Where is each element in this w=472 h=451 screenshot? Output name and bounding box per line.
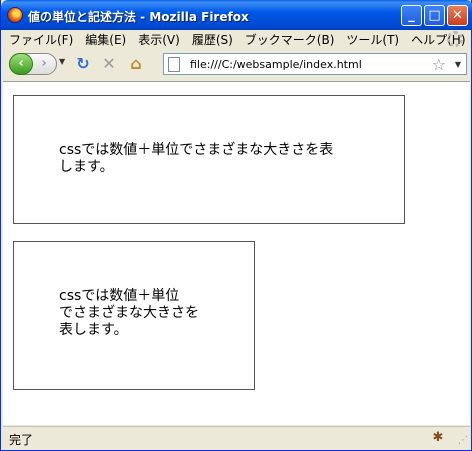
menu-history[interactable]: 履歴(S)	[186, 31, 239, 48]
status-bar: 完了 ✱ ⋰	[3, 426, 470, 448]
menu-file[interactable]: ファイル(F)	[3, 31, 79, 48]
page-icon	[168, 57, 180, 72]
back-button[interactable]: ‹	[9, 53, 33, 75]
firebug-icon[interactable]: ✱	[430, 430, 446, 446]
menu-tools[interactable]: ツール(T)	[340, 31, 405, 48]
bookmark-star-icon[interactable]: ☆	[432, 55, 446, 74]
page-content: cssでは数値＋単位でさまざまな大きさを表 します。 cssでは数値＋単位 でさ…	[3, 81, 470, 425]
home-icon[interactable]: ⌂	[127, 55, 145, 73]
history-dropdown-icon[interactable]: ▼	[59, 57, 65, 66]
box2-line-3: 表します。	[59, 322, 128, 338]
title-bar[interactable]: 値の単位と記述方法 - Mozilla Firefox _ □ ✕	[1, 0, 472, 30]
menu-bookmarks[interactable]: ブックマーク(B)	[239, 31, 341, 48]
menu-bar: ファイル(F) 編集(E) 表示(V) 履歴(S) ブックマーク(B) ツール(…	[3, 30, 469, 49]
box2-line-2: でさまざまな大きさを	[59, 305, 199, 321]
window-title: 値の単位と記述方法 - Mozilla Firefox	[28, 10, 249, 24]
content-box-wide: cssでは数値＋単位でさまざまな大きさを表 します。	[13, 95, 405, 224]
box1-text: cssでは数値＋単位でさまざまな大きさを表 します。	[59, 142, 333, 176]
menu-edit[interactable]: 編集(E)	[79, 31, 132, 48]
menu-view[interactable]: 表示(V)	[132, 31, 186, 48]
box2-text: cssでは数値＋単位 でさまざまな大きさを 表します。	[59, 288, 199, 339]
throbber-icon	[447, 31, 463, 47]
forward-button[interactable]: ›	[34, 55, 54, 73]
box2-line-1: cssでは数値＋単位	[59, 288, 180, 304]
status-text: 完了	[9, 433, 34, 447]
navigation-toolbar: ‹ › ▼ ↻ ✕ ⌂ file:///C:/websample/index.h…	[3, 50, 469, 78]
close-button[interactable]: ✕	[447, 5, 468, 26]
minimize-button[interactable]: _	[401, 5, 422, 26]
content-box-narrow: cssでは数値＋単位 でさまざまな大きさを 表します。	[13, 241, 255, 390]
url-dropdown-icon[interactable]: ▼	[455, 60, 461, 69]
browser-window: 値の単位と記述方法 - Mozilla Firefox _ □ ✕ ファイル(F…	[0, 0, 472, 451]
stop-icon[interactable]: ✕	[100, 55, 118, 73]
box1-line-1: cssでは数値＋単位でさまざまな大きさを表	[59, 142, 334, 158]
address-bar[interactable]: file:///C:/websample/index.html ☆ ▼	[163, 53, 467, 75]
maximize-button[interactable]: □	[424, 5, 445, 26]
url-text[interactable]: file:///C:/websample/index.html	[190, 58, 362, 71]
back-forward-group: ‹ ›	[9, 53, 57, 75]
reload-icon[interactable]: ↻	[74, 55, 92, 73]
box1-line-2: します。	[59, 159, 114, 175]
resize-grip-icon[interactable]: ⋰	[458, 435, 468, 446]
firefox-icon	[7, 7, 23, 23]
